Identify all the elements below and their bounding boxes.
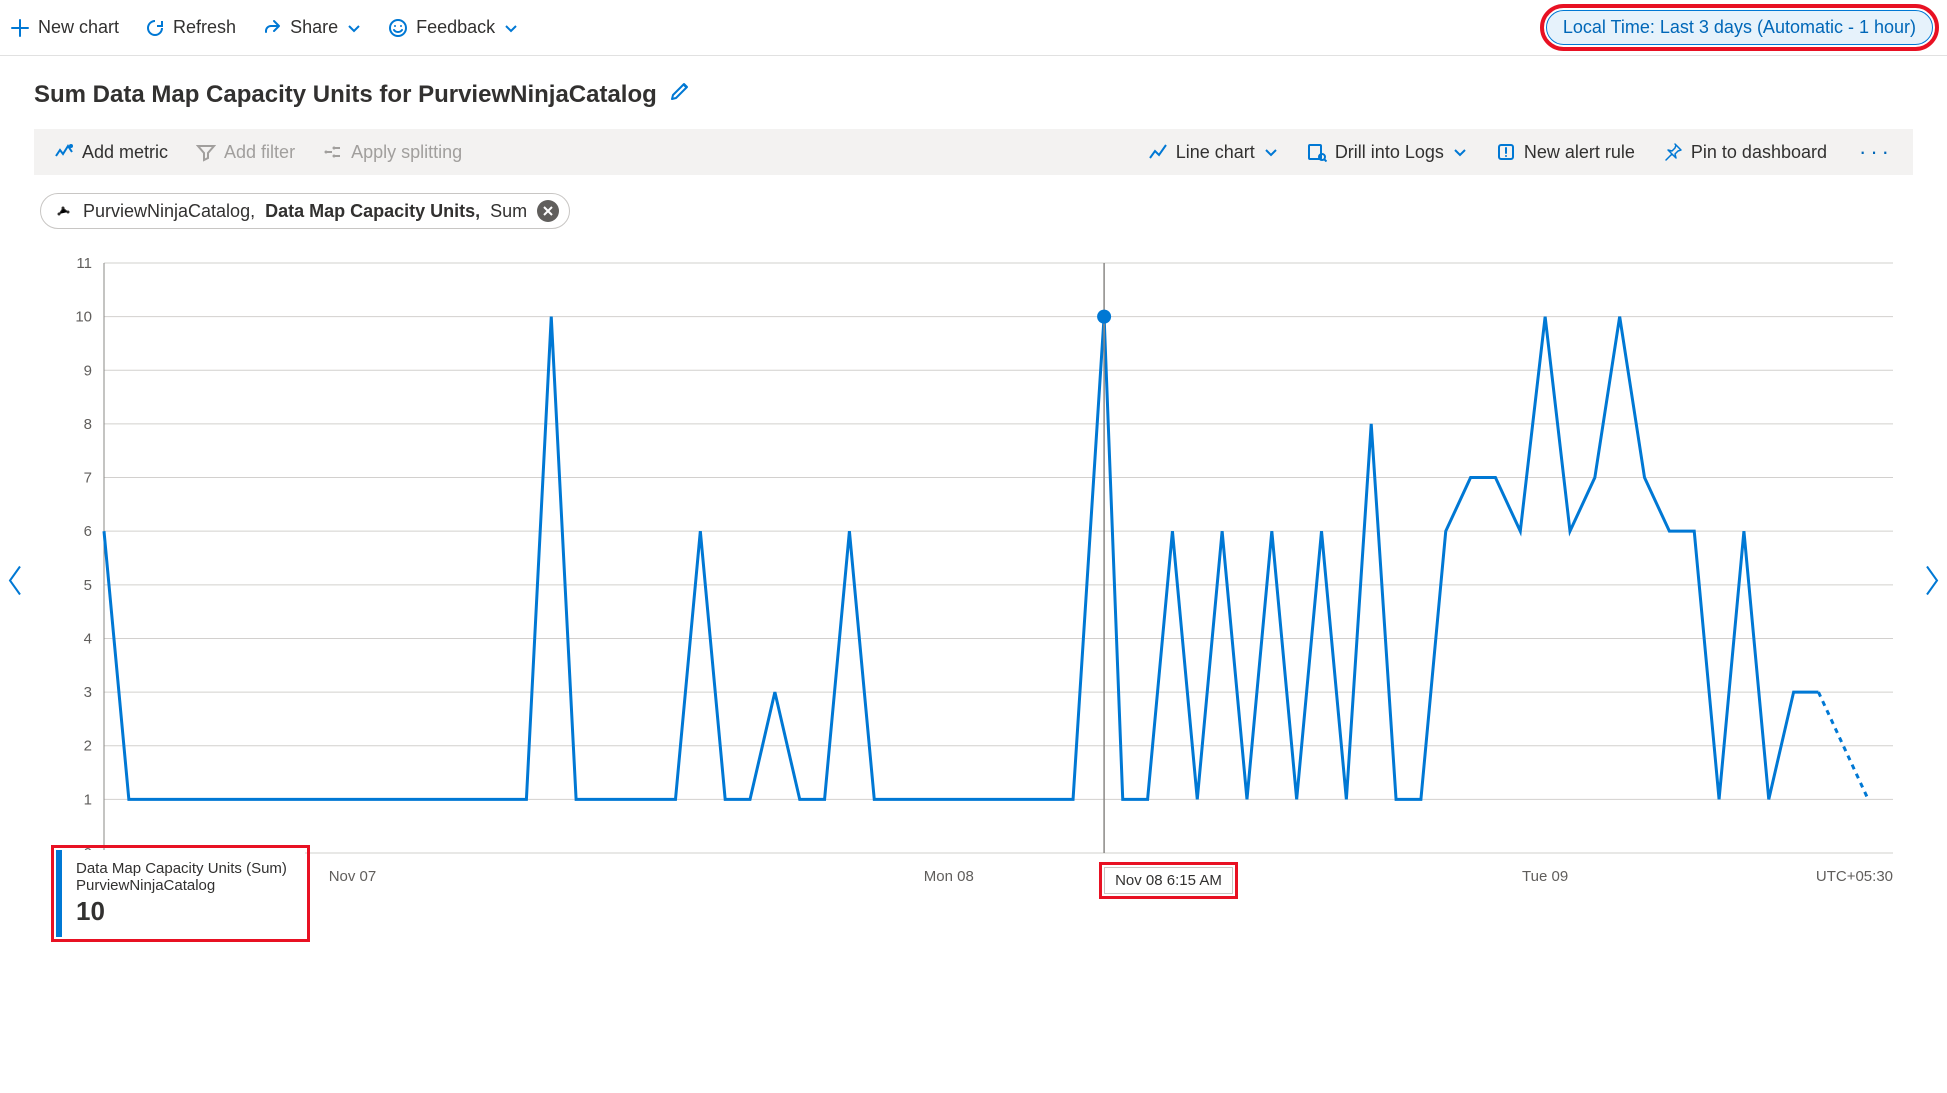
legend-subtitle: PurviewNinjaCatalog [76,877,287,894]
plus-icon [10,18,30,38]
new-chart-button[interactable]: New chart [10,17,119,38]
svg-text:1: 1 [84,791,92,808]
svg-text:Nov 07: Nov 07 [329,868,377,885]
new-alert-label: New alert rule [1524,142,1635,163]
page-right-button[interactable] [1921,563,1943,604]
new-alert-button[interactable]: New alert rule [1496,142,1635,163]
chart-toolbar-right: Line chart Drill into Logs New alert rul… [1148,139,1893,165]
svg-text:Tue 09: Tue 09 [1522,868,1568,885]
edit-title-button[interactable] [669,80,691,109]
chevron-down-icon [1263,144,1279,160]
smile-icon [388,18,408,38]
add-filter-label: Add filter [224,142,295,163]
time-range-label: Local Time: Last 3 days (Automatic - 1 h… [1563,17,1916,37]
chart-type-label: Line chart [1176,142,1255,163]
more-button[interactable]: ··· [1855,139,1893,165]
svg-text:10: 10 [75,309,92,326]
svg-text:6: 6 [84,523,92,540]
line-chart[interactable]: 01234567891011Nov 07Mon 08Tue 09UTC+05:3… [34,253,1913,913]
refresh-button[interactable]: Refresh [145,17,236,38]
chart-title: Sum Data Map Capacity Units for PurviewN… [34,81,657,109]
chart-type-button[interactable]: Line chart [1148,142,1279,163]
svg-text:UTC+05:30: UTC+05:30 [1816,868,1893,885]
drill-logs-button[interactable]: Drill into Logs [1307,142,1468,163]
top-toolbar-left: New chart Refresh Share Feedback [10,17,519,38]
legend-title: Data Map Capacity Units (Sum) [76,860,287,877]
svg-text:9: 9 [84,362,92,379]
chevron-right-icon [1921,563,1943,599]
share-icon [262,18,282,38]
split-icon [323,142,343,162]
new-chart-label: New chart [38,17,119,38]
legend-card[interactable]: Data Map Capacity Units (Sum) PurviewNin… [56,850,305,937]
chart-title-row: Sum Data Map Capacity Units for PurviewN… [0,56,1947,115]
logs-icon [1307,142,1327,162]
svg-text:Mon 08: Mon 08 [924,868,974,885]
metric-pill-scope: PurviewNinjaCatalog, [83,201,255,222]
alert-icon [1496,142,1516,162]
chevron-left-icon [4,563,26,599]
share-label: Share [290,17,338,38]
svg-text:7: 7 [84,470,92,487]
scatter-icon [55,202,73,220]
svg-text:11: 11 [76,255,92,272]
chart-toolbar: Add metric Add filter Apply splitting Li… [34,129,1913,175]
chevron-down-icon [346,20,362,36]
hover-tooltip: Nov 08 6:15 AM [1104,867,1233,894]
time-range-pill[interactable]: Local Time: Last 3 days (Automatic - 1 h… [1546,10,1933,45]
line-chart-icon [1148,142,1168,162]
add-filter-button[interactable]: Add filter [196,142,295,163]
legend-value: 10 [76,896,287,927]
metric-pill[interactable]: PurviewNinjaCatalog, Data Map Capacity U… [40,193,570,229]
drill-logs-label: Drill into Logs [1335,142,1444,163]
metric-pill-agg: Sum [490,201,527,222]
feedback-button[interactable]: Feedback [388,17,519,38]
hover-timestamp: Nov 08 6:15 AM [1115,872,1222,889]
svg-text:8: 8 [84,416,92,433]
add-metric-button[interactable]: Add metric [54,142,168,163]
pencil-icon [669,80,691,102]
pin-dashboard-label: Pin to dashboard [1691,142,1827,163]
chevron-down-icon [503,20,519,36]
chart-toolbar-left: Add metric Add filter Apply splitting [54,142,462,163]
pin-icon [1663,142,1683,162]
top-toolbar: New chart Refresh Share Feedback Local T… [0,0,1947,56]
metric-pill-metric: Data Map Capacity Units, [265,201,480,222]
close-icon [542,205,554,217]
share-button[interactable]: Share [262,17,362,38]
svg-text:3: 3 [84,684,92,701]
filter-icon [196,142,216,162]
chart-container: 01234567891011Nov 07Mon 08Tue 09UTC+05:3… [34,253,1913,913]
svg-text:2: 2 [84,738,92,755]
pin-dashboard-button[interactable]: Pin to dashboard [1663,142,1827,163]
svg-text:5: 5 [84,577,92,594]
page-left-button[interactable] [4,563,26,604]
apply-splitting-button[interactable]: Apply splitting [323,142,462,163]
svg-text:4: 4 [84,630,92,647]
remove-metric-button[interactable] [537,200,559,222]
apply-splitting-label: Apply splitting [351,142,462,163]
metric-icon [54,142,74,162]
refresh-label: Refresh [173,17,236,38]
chevron-down-icon [1452,144,1468,160]
feedback-label: Feedback [416,17,495,38]
add-metric-label: Add metric [82,142,168,163]
refresh-icon [145,18,165,38]
